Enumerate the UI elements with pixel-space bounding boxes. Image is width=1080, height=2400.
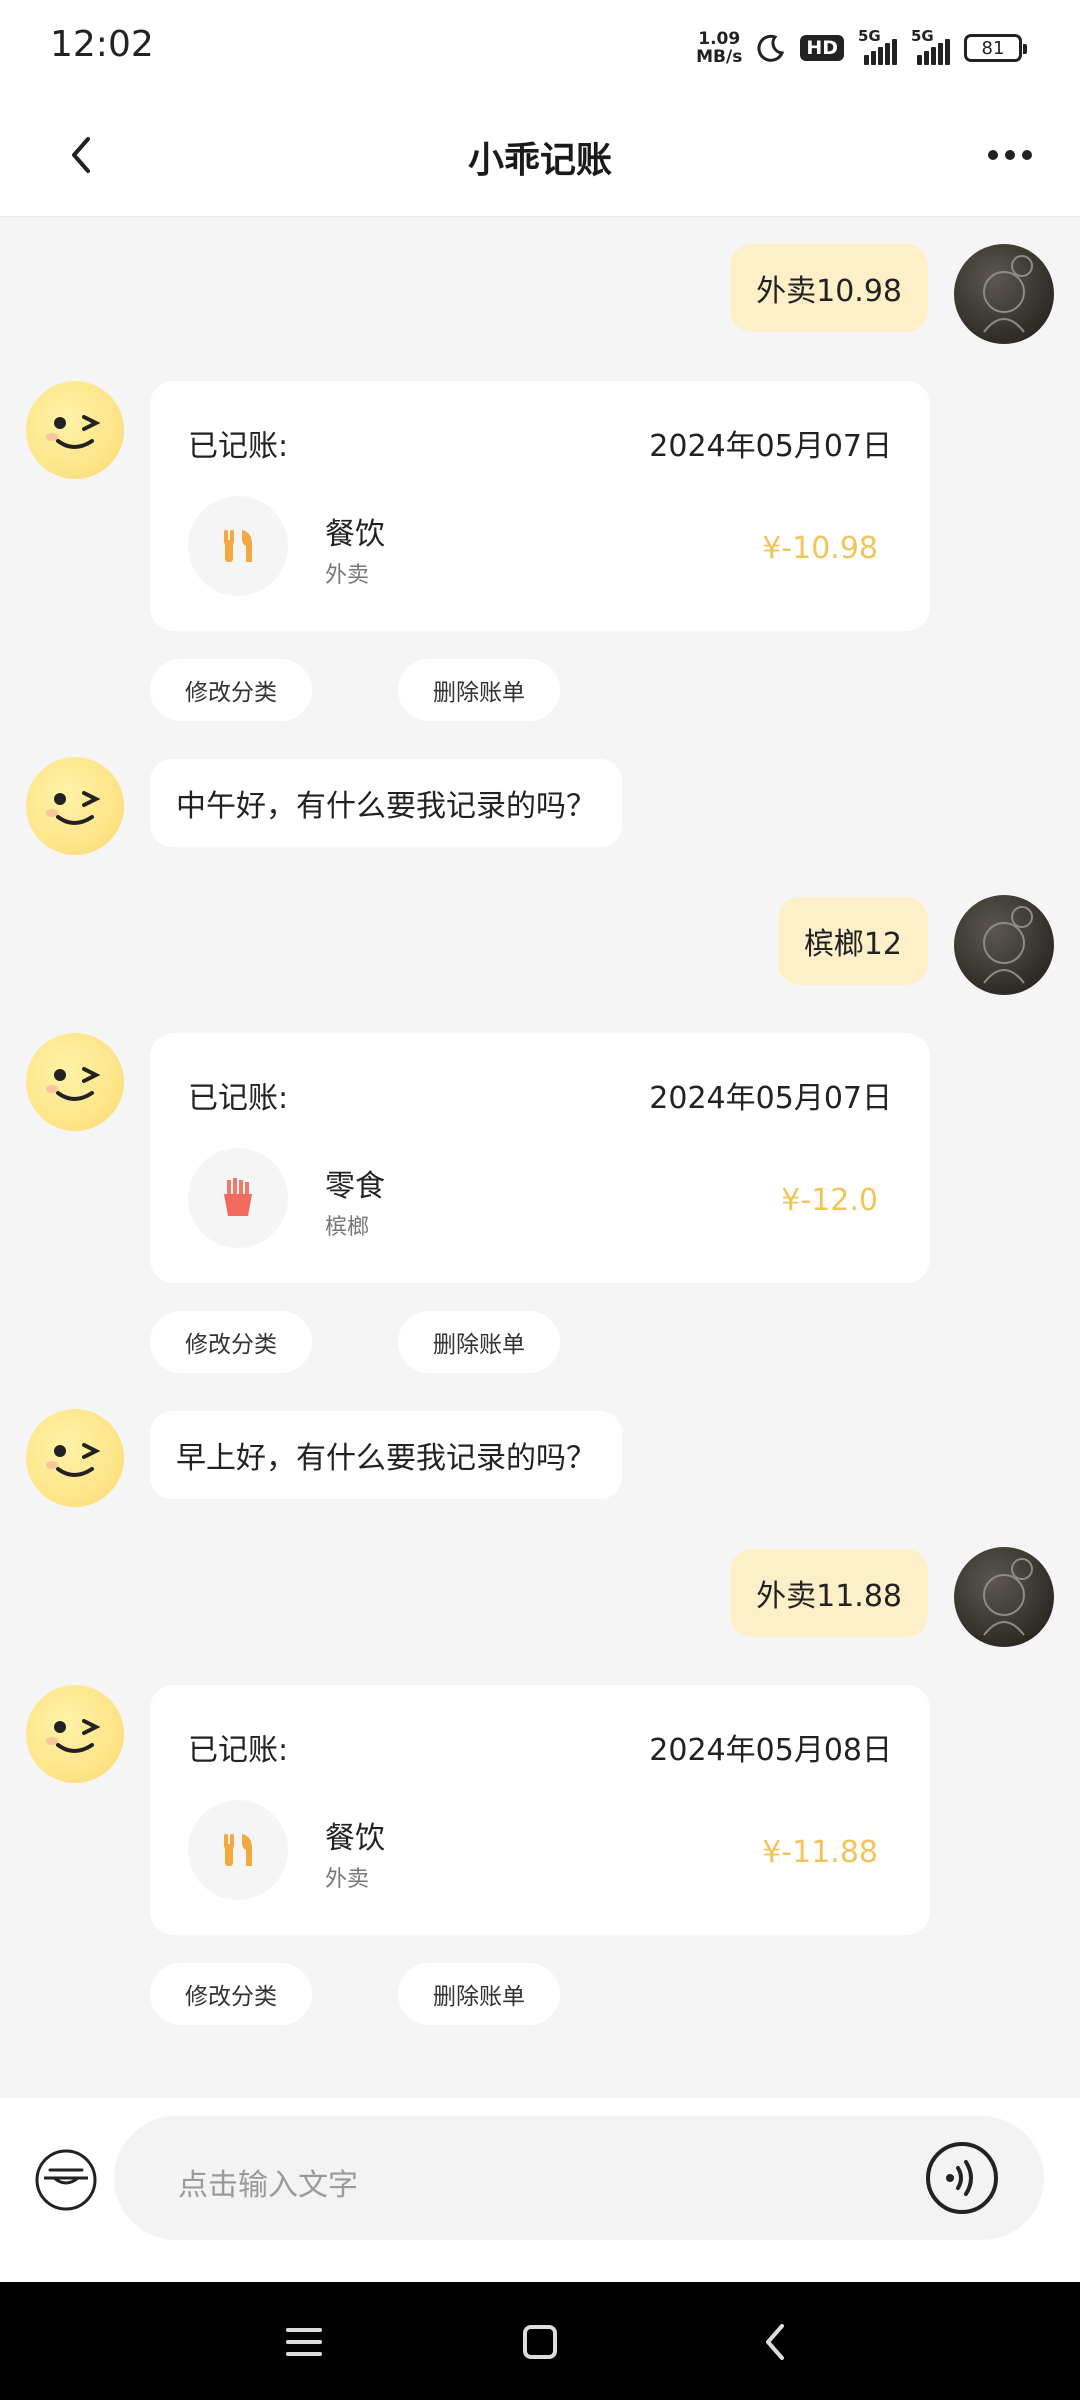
record-note: 外卖: [325, 1867, 370, 1892]
fork-knife-icon: [188, 496, 288, 596]
more-options-icon[interactable]: [980, 135, 1040, 175]
battery-icon: 81: [964, 34, 1027, 62]
delete-bill-button[interactable]: 删除账单: [398, 1963, 560, 2025]
signal-icon-2: 5G: [911, 27, 950, 65]
home-icon[interactable]: [510, 2312, 570, 2372]
record-category: 餐饮: [325, 517, 385, 552]
voice-icon[interactable]: [924, 2140, 1000, 2216]
menu-icon[interactable]: [274, 2312, 334, 2372]
back-icon[interactable]: [746, 2312, 806, 2372]
edit-category-button[interactable]: 修改分类: [150, 1311, 312, 1373]
record-card[interactable]: 已记账: 2024年05月07日 餐饮 外卖 ¥-10.98: [150, 381, 930, 631]
record-category: 餐饮: [325, 1821, 385, 1856]
record-label: 已记账:: [188, 1081, 289, 1116]
edit-category-button[interactable]: 修改分类: [150, 1963, 312, 2025]
status-bar: 12:02 1.09 MB/s HD 5G 5G 81: [0, 0, 1080, 95]
input-area: 点击输入文字: [0, 2098, 1080, 2282]
user-avatar[interactable]: [954, 244, 1054, 344]
edit-category-button[interactable]: 修改分类: [150, 659, 312, 721]
app-header: 小乖记账: [0, 95, 1080, 217]
bot-avatar: [26, 1685, 124, 1783]
page-title: 小乖记账: [467, 140, 612, 181]
bot-avatar: [26, 757, 124, 855]
user-message: 槟榔12: [777, 897, 928, 985]
record-amount: ¥-12.0: [781, 1183, 878, 1218]
record-note: 外卖: [325, 563, 370, 588]
record-card[interactable]: 已记账: 2024年05月08日 餐饮 外卖 ¥-11.88: [150, 1685, 930, 1935]
moon-icon: [757, 34, 785, 62]
delete-bill-button[interactable]: 删除账单: [398, 1311, 560, 1373]
user-avatar[interactable]: [954, 895, 1054, 995]
wallet-icon[interactable]: [34, 2148, 98, 2212]
user-message: 外卖11.88: [730, 1549, 928, 1637]
user-avatar[interactable]: [954, 1547, 1054, 1647]
record-card[interactable]: 已记账: 2024年05月07日 零食 槟榔 ¥-12.0: [150, 1033, 930, 1283]
record-label: 已记账:: [188, 1733, 289, 1768]
message-input-placeholder: 点击输入文字: [178, 2168, 358, 2203]
record-label: 已记账:: [188, 429, 289, 464]
bot-avatar: [26, 1033, 124, 1131]
system-nav-bar: [0, 2282, 1080, 2400]
record-category: 零食: [325, 1169, 385, 1204]
record-note: 槟榔: [325, 1215, 370, 1240]
bot-message: 中午好，有什么要我记录的吗？: [150, 759, 622, 847]
delete-bill-button[interactable]: 删除账单: [398, 659, 560, 721]
hd-badge: HD: [800, 35, 844, 61]
record-amount: ¥-11.88: [762, 1835, 878, 1870]
bot-avatar: [26, 1409, 124, 1507]
user-message: 外卖10.98: [730, 244, 928, 332]
status-time: 12:02: [50, 24, 154, 65]
fries-icon: [188, 1148, 288, 1248]
record-date: 2024年05月07日: [649, 429, 892, 464]
record-amount: ¥-10.98: [762, 531, 878, 566]
message-input[interactable]: 点击输入文字: [114, 2116, 1044, 2240]
bot-avatar: [26, 381, 124, 479]
signal-icon: 5G: [858, 27, 897, 65]
record-date: 2024年05月07日: [649, 1081, 892, 1116]
net-speed: 1.09 MB/s: [696, 29, 743, 67]
bot-message: 早上好，有什么要我记录的吗？: [150, 1411, 622, 1499]
record-date: 2024年05月08日: [649, 1733, 892, 1768]
fork-knife-icon: [188, 1800, 288, 1900]
status-icons: 1.09 MB/s HD 5G 5G 81: [696, 27, 1027, 68]
